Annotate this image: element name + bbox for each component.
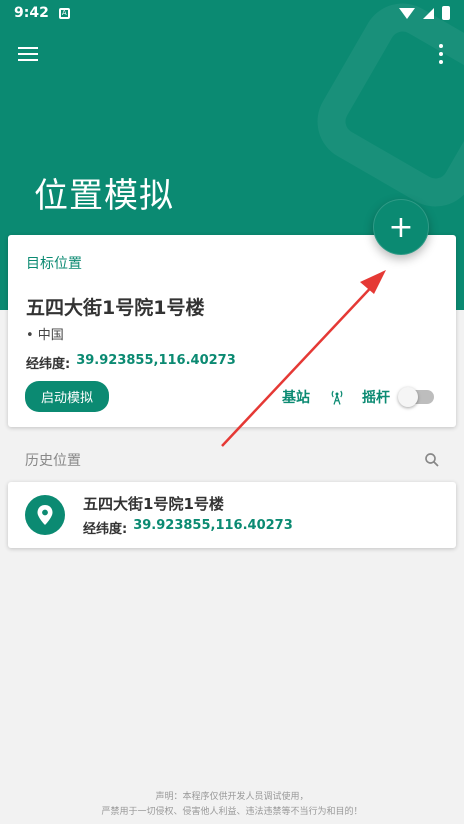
toggle-knob: [398, 386, 418, 407]
coords-value: 39.923855,116.40273: [76, 353, 236, 368]
start-simulation-button[interactable]: 启动模拟: [25, 381, 110, 412]
target-location-name: 五四大街1号院1号楼: [26, 297, 205, 319]
history-coords-row: 经纬度: 39.923855,116.40273: [83, 518, 293, 537]
history-header: 历史位置: [25, 450, 441, 470]
joystick-toggle[interactable]: [398, 386, 434, 407]
location-pin-icon: [37, 505, 53, 525]
coords-key: 经纬度:: [26, 357, 71, 372]
add-location-button[interactable]: +: [373, 199, 429, 255]
history-coords-value: 39.923855,116.40273: [133, 518, 293, 533]
add-icon: +: [388, 209, 414, 245]
app-bar: [0, 26, 464, 82]
history-coords-key: 经纬度:: [83, 522, 128, 537]
wifi-icon: [399, 7, 415, 19]
disclaimer-line-2: 严禁用于一切侵权、侵害他人利益、违法违禁等不当行为和目的！: [101, 807, 363, 817]
history-text: 五四大街1号院1号楼 经纬度: 39.923855,116.40273: [83, 493, 293, 537]
status-bar: 9:42 A: [0, 0, 464, 26]
antenna-icon[interactable]: [328, 388, 346, 406]
battery-icon: [442, 6, 450, 20]
menu-icon[interactable]: [18, 47, 38, 61]
target-location-label: 目标位置: [26, 256, 82, 272]
status-time: 9:42: [14, 5, 49, 21]
card-actions: 启动模拟 基站 摇杆: [25, 381, 434, 412]
disclaimer: 声明：本程序仅供开发人员调试使用， 严禁用于一切侵权、侵害他人利益、违法违禁等不…: [0, 790, 464, 820]
status-icons: [399, 6, 450, 20]
history-title: 历史位置: [25, 453, 81, 469]
joystick-label: 摇杆: [362, 389, 390, 406]
target-location-country: • 中国: [26, 328, 64, 343]
location-pin-avatar: [25, 495, 65, 535]
notification-icon: A: [58, 7, 70, 19]
more-vert-icon[interactable]: [436, 44, 446, 64]
target-location-card: 目标位置 五四大街1号院1号楼 • 中国 经纬度: 39.923855,116.…: [8, 235, 456, 427]
search-icon[interactable]: [423, 451, 441, 469]
target-coords-row: 经纬度: 39.923855,116.40273: [26, 353, 438, 372]
page-title: 位置模拟: [34, 176, 174, 216]
signal-icon: [423, 7, 434, 19]
history-item-name: 五四大街1号院1号楼: [83, 495, 224, 513]
history-item[interactable]: 五四大街1号院1号楼 经纬度: 39.923855,116.40273: [8, 482, 456, 548]
disclaimer-line-1: 声明：本程序仅供开发人员调试使用，: [155, 792, 309, 802]
base-station-label[interactable]: 基站: [282, 387, 310, 407]
